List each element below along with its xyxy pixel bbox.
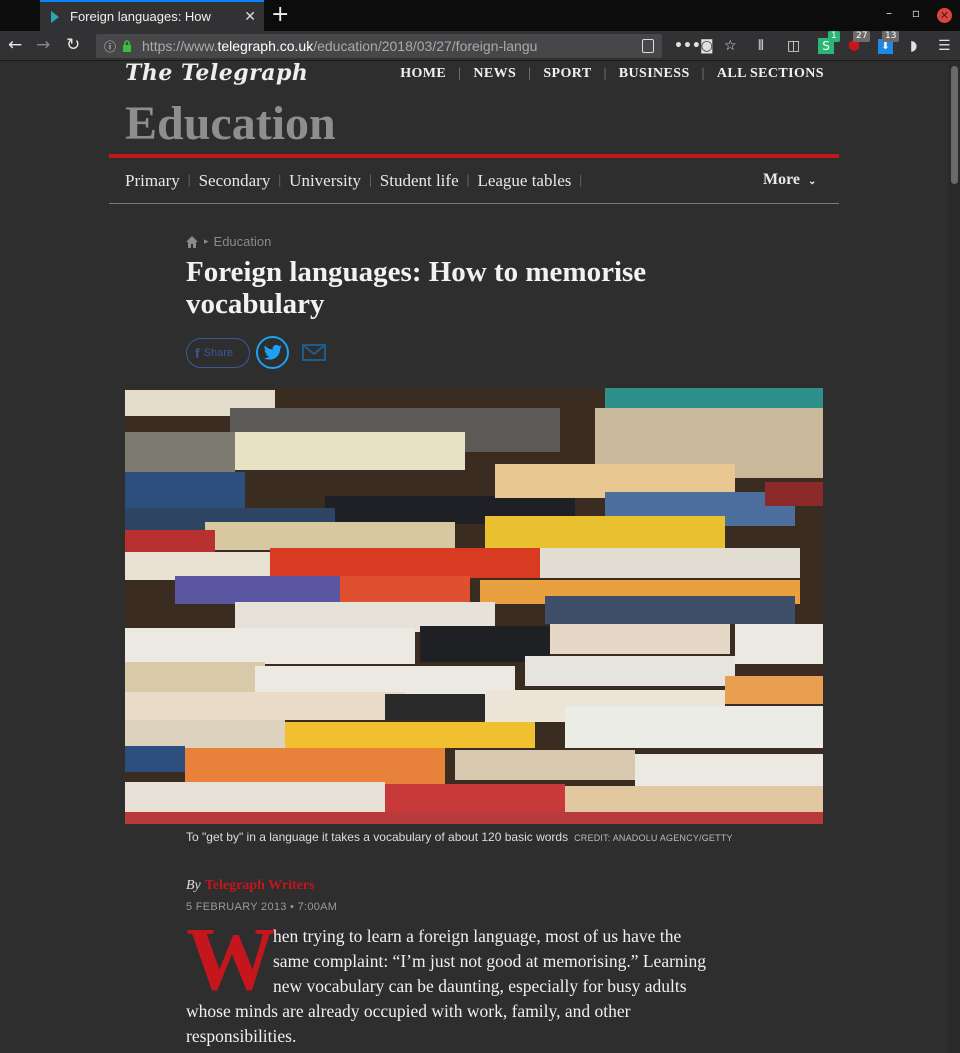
caption-text: To "get by" in a language it takes a voc… [186,830,569,844]
bookmark-star-icon[interactable]: ☆ [724,37,737,55]
nav-separator: | [528,66,532,81]
photo-credit: CREDIT: ANADOLU AGENCY/GETTY [574,833,733,843]
nav-sport[interactable]: SPORT [543,66,591,82]
extension-badge-13: 13 [882,31,900,42]
section-subnav: Primary | Secondary | University | Stude… [125,171,590,191]
more-menu-button[interactable]: More ⌄ [763,171,816,189]
home-icon[interactable] [186,235,198,248]
subnav-separator: | [368,173,372,188]
url-bar[interactable]: ⓘ https://www.telegraph.co.uk/education/… [96,34,662,58]
subnav-university[interactable]: University [289,171,361,191]
subnav-league-tables[interactable]: League tables [477,171,571,191]
nav-separator: | [701,66,705,81]
library-icon[interactable]: ⫴ [758,37,764,55]
body-line: same complaint: “I’m just not good at me… [273,951,707,971]
top-nav: HOME | NEWS | SPORT | BUSINESS | ALL SEC… [400,66,824,82]
lock-icon [123,40,132,52]
page-actions-icon[interactable]: ••• [674,37,701,55]
nav-all-sections[interactable]: ALL SECTIONS [717,66,824,82]
nav-separator: | [458,66,462,81]
browser-tab-bar: Foreign languages: How ✕ + – ▫ ✕ [0,0,960,31]
facebook-share-button[interactable]: f Share [186,338,250,368]
byline-prefix: By [186,878,201,893]
body-line: new vocabulary can be daunting, especial… [273,976,687,996]
telegraph-favicon-icon [51,10,59,23]
subnav-secondary[interactable]: Secondary [199,171,271,191]
menu-icon[interactable]: ☰ [938,37,951,55]
subnav-separator: | [466,173,470,188]
reader-view-icon[interactable] [642,39,654,53]
tab-title: Foreign languages: How [70,9,211,24]
article-body: hen trying to learn a foreign language, … [186,924,766,1049]
extension-badge-27: 27 [853,31,871,42]
twitter-share-button[interactable] [256,336,289,369]
author-link[interactable]: Telegraph Writers [205,878,315,893]
body-line: responsibilities. [186,1026,297,1046]
forward-button[interactable]: → [36,35,50,55]
body-line: whose minds are already occupied with wo… [186,1001,631,1021]
subnav-separator: | [579,173,583,188]
subnav-student-life[interactable]: Student life [380,171,459,191]
subnav-separator: | [187,173,191,188]
site-info-icon[interactable]: ⓘ [104,38,116,55]
url-text: https://www.telegraph.co.uk/education/20… [142,38,538,54]
extension-dark-icon[interactable]: ◗ [910,37,917,55]
restore-icon[interactable]: ▫ [912,6,920,20]
nav-separator: | [603,66,607,81]
twitter-icon [263,344,283,360]
nav-news[interactable]: NEWS [473,66,516,82]
byline: By Telegraph Writers [186,878,315,894]
extension-badge-1: 1 [828,31,840,42]
telegraph-logo[interactable]: The Telegraph [125,60,308,86]
scrollbar-thumb[interactable] [951,66,958,184]
page-scrollbar[interactable] [948,62,960,1053]
subnav-divider [109,203,839,204]
close-tab-icon[interactable]: ✕ [244,9,256,25]
subnav-separator: | [278,173,282,188]
browser-nav-bar: ← → ↻ ⓘ https://www.telegraph.co.uk/educ… [0,31,960,61]
breadcrumb-arrow-icon: ▸ [204,236,209,246]
body-line: hen trying to learn a foreign language, … [273,926,682,946]
browser-tab[interactable]: Foreign languages: How ✕ [40,0,264,31]
nav-home[interactable]: HOME [400,66,446,82]
breadcrumb: ▸ Education [186,234,271,249]
back-button[interactable]: ← [8,35,22,55]
sidebar-icon[interactable]: ◫ [787,37,800,55]
section-divider [109,154,839,158]
more-label: More [763,171,801,188]
article-headline: Foreign languages: How to memorise vocab… [186,256,647,320]
reload-button[interactable]: ↻ [66,35,80,55]
nav-business[interactable]: BUSINESS [619,66,690,82]
window-close-icon[interactable]: ✕ [937,8,952,23]
section-title[interactable]: Education [125,96,336,151]
email-share-icon[interactable] [300,338,328,366]
article-hero-image [125,388,823,824]
facebook-icon: f [195,345,200,361]
minimize-icon[interactable]: – [886,6,892,20]
pocket-icon[interactable]: ◙ [700,37,714,55]
share-label: Share [203,347,234,359]
breadcrumb-education[interactable]: Education [214,234,272,249]
new-tab-button[interactable]: + [271,4,289,26]
image-caption: To "get by" in a language it takes a voc… [186,830,733,844]
chevron-down-icon: ⌄ [808,176,817,187]
subnav-primary[interactable]: Primary [125,171,180,191]
